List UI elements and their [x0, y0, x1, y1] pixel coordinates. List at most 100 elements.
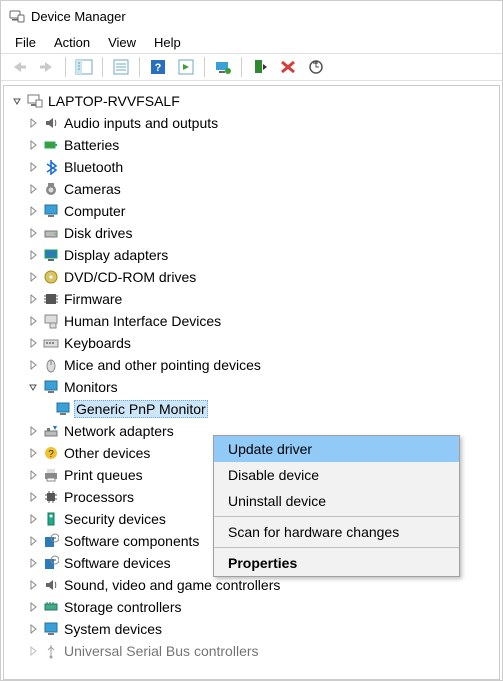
properties-button[interactable] — [107, 54, 135, 80]
device-generic-pnp-monitor[interactable]: Generic PnP Monitor — [4, 398, 499, 420]
expand-icon[interactable] — [26, 272, 40, 282]
collapse-icon[interactable] — [26, 382, 40, 392]
expand-icon[interactable] — [26, 162, 40, 172]
device-tree: LAPTOP-RVVFSALF Audio inputs and outputs… — [3, 85, 500, 680]
category-disk[interactable]: Disk drives — [4, 222, 499, 244]
category-sound[interactable]: Sound, video and game controllers — [4, 574, 499, 596]
scan-hardware-button[interactable] — [302, 54, 330, 80]
category-monitors[interactable]: Monitors — [4, 376, 499, 398]
menu-separator — [214, 516, 459, 517]
category-batteries[interactable]: Batteries — [4, 134, 499, 156]
printer-icon — [42, 466, 60, 484]
category-dvd[interactable]: DVD/CD-ROM drives — [4, 266, 499, 288]
expand-icon[interactable] — [26, 294, 40, 304]
window-title: Device Manager — [31, 9, 126, 24]
monitor-icon — [42, 202, 60, 220]
menu-action[interactable]: Action — [46, 33, 98, 52]
camera-icon — [42, 180, 60, 198]
expand-icon[interactable] — [26, 470, 40, 480]
expand-icon[interactable] — [26, 228, 40, 238]
security-icon — [42, 510, 60, 528]
category-keyboards[interactable]: Keyboards — [4, 332, 499, 354]
menu-properties[interactable]: Properties — [214, 550, 459, 576]
separator — [241, 57, 242, 77]
action-button[interactable] — [172, 54, 200, 80]
menu-view[interactable]: View — [100, 33, 144, 52]
expand-icon[interactable] — [26, 558, 40, 568]
mouse-icon — [42, 356, 60, 374]
menubar: File Action View Help — [1, 31, 502, 53]
expand-icon[interactable] — [26, 646, 40, 656]
software-device-icon — [42, 554, 60, 572]
cpu-icon — [42, 488, 60, 506]
expand-icon[interactable] — [26, 316, 40, 326]
disc-icon — [42, 268, 60, 286]
menu-uninstall-device[interactable]: Uninstall device — [214, 488, 459, 514]
expand-icon[interactable] — [26, 448, 40, 458]
expand-icon[interactable] — [26, 206, 40, 216]
expand-icon[interactable] — [26, 514, 40, 524]
update-driver-button[interactable] — [209, 54, 237, 80]
category-mice[interactable]: Mice and other pointing devices — [4, 354, 499, 376]
usb-icon — [42, 642, 60, 660]
speaker-icon — [42, 576, 60, 594]
enable-device-button[interactable] — [246, 54, 274, 80]
menu-scan-hardware[interactable]: Scan for hardware changes — [214, 519, 459, 545]
expand-icon[interactable] — [26, 118, 40, 128]
computer-icon — [26, 92, 44, 110]
expand-icon[interactable] — [26, 184, 40, 194]
category-audio[interactable]: Audio inputs and outputs — [4, 112, 499, 134]
menu-update-driver[interactable]: Update driver — [214, 436, 459, 462]
expand-icon[interactable] — [26, 338, 40, 348]
software-component-icon — [42, 532, 60, 550]
category-storage[interactable]: Storage controllers — [4, 596, 499, 618]
collapse-icon[interactable] — [10, 96, 24, 106]
expand-icon[interactable] — [26, 426, 40, 436]
expand-icon[interactable] — [26, 140, 40, 150]
battery-icon — [42, 136, 60, 154]
show-hide-tree-button[interactable] — [70, 54, 98, 80]
expand-icon[interactable] — [26, 580, 40, 590]
expand-icon[interactable] — [26, 492, 40, 502]
device-manager-window: Device Manager File Action View Help ? — [0, 0, 503, 681]
toolbar: ? — [1, 53, 502, 81]
unknown-device-icon: ? — [42, 444, 60, 462]
separator — [65, 57, 66, 77]
speaker-icon — [42, 114, 60, 132]
menu-separator — [214, 547, 459, 548]
help-button[interactable]: ? — [144, 54, 172, 80]
menu-help[interactable]: Help — [146, 33, 189, 52]
expand-icon[interactable] — [26, 624, 40, 634]
hid-icon — [42, 312, 60, 330]
category-usb[interactable]: Universal Serial Bus controllers — [4, 640, 499, 662]
root-label: LAPTOP-RVVFSALF — [46, 92, 182, 110]
expand-icon[interactable] — [26, 602, 40, 612]
forward-button — [33, 54, 61, 80]
display-adapter-icon — [42, 246, 60, 264]
category-cameras[interactable]: Cameras — [4, 178, 499, 200]
titlebar: Device Manager — [1, 1, 502, 31]
category-display[interactable]: Display adapters — [4, 244, 499, 266]
svg-text:?: ? — [155, 62, 162, 74]
uninstall-device-button[interactable] — [274, 54, 302, 80]
app-icon — [9, 8, 25, 24]
separator — [139, 57, 140, 77]
expand-icon[interactable] — [26, 536, 40, 546]
bluetooth-icon — [42, 158, 60, 176]
category-computer[interactable]: Computer — [4, 200, 499, 222]
separator — [102, 57, 103, 77]
category-system[interactable]: System devices — [4, 618, 499, 640]
system-device-icon — [42, 620, 60, 638]
storage-controller-icon — [42, 598, 60, 616]
monitor-icon — [42, 378, 60, 396]
expand-icon[interactable] — [26, 250, 40, 260]
category-hid[interactable]: Human Interface Devices — [4, 310, 499, 332]
menu-file[interactable]: File — [7, 33, 44, 52]
context-menu: Update driver Disable device Uninstall d… — [213, 435, 460, 577]
menu-disable-device[interactable]: Disable device — [214, 462, 459, 488]
root-node[interactable]: LAPTOP-RVVFSALF — [4, 90, 499, 112]
category-bluetooth[interactable]: Bluetooth — [4, 156, 499, 178]
category-firmware[interactable]: Firmware — [4, 288, 499, 310]
disk-icon — [42, 224, 60, 242]
expand-icon[interactable] — [26, 360, 40, 370]
